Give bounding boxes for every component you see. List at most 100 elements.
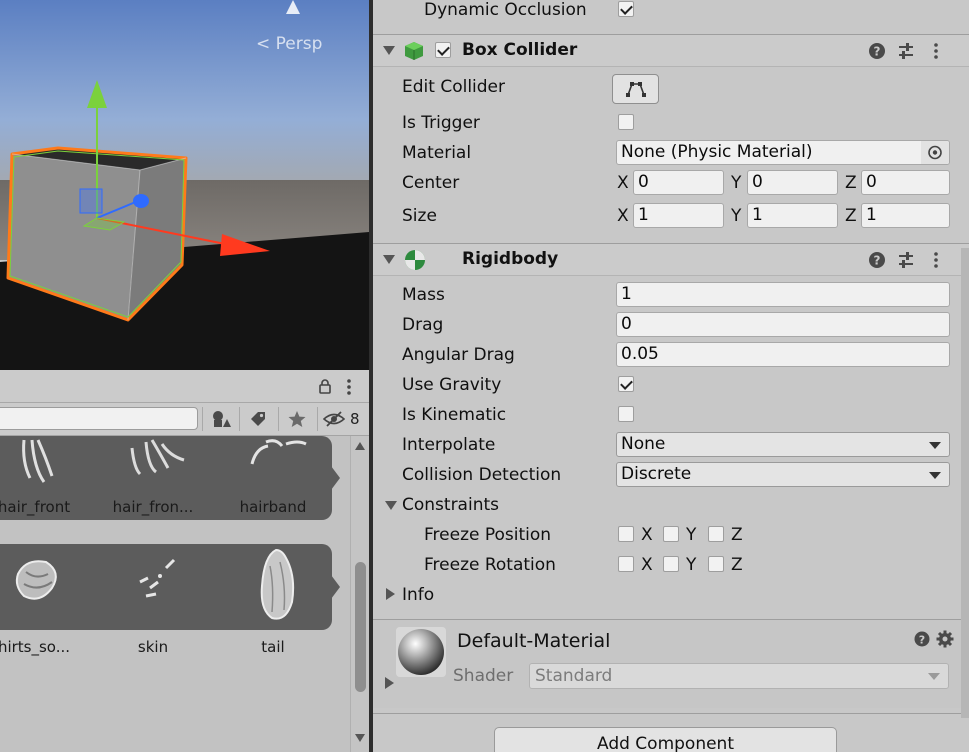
material-preview[interactable] [396,627,446,677]
center-y-field[interactable]: 0 [747,170,838,195]
is-trigger-label: Is Trigger [402,113,480,133]
is-trigger-checkbox[interactable] [618,114,634,130]
asset-thumb-hair-front[interactable] [18,438,58,486]
add-component-button[interactable]: Add Component [494,727,837,752]
angular-drag-field[interactable]: 0.05 [616,342,950,367]
fold-arrow-icon[interactable] [383,46,395,55]
center-z-field[interactable]: 0 [861,170,950,195]
size-y-axis[interactable]: Y [731,206,741,226]
gear-icon[interactable] [936,630,954,648]
svg-text:?: ? [874,254,881,268]
object-picker-icon[interactable] [921,141,949,164]
use-gravity-checkbox[interactable] [618,376,634,392]
rigidbody-header[interactable]: Rigidbody ? [373,243,969,276]
lock-icon[interactable] [319,379,331,394]
project-panel-header [0,370,369,403]
project-scrollbar[interactable] [350,436,370,752]
persp-text: Persp [275,34,323,54]
freeze-rotation-x-checkbox[interactable] [618,556,634,572]
is-kinematic-checkbox[interactable] [618,406,634,422]
physic-material-value: None (Physic Material) [621,142,813,162]
project-toolbar: 8 [0,403,369,436]
asset-thumb-hair-front-2[interactable] [128,438,188,478]
physic-material-field[interactable]: None (Physic Material) [616,140,950,165]
material-name: Default-Material [457,630,611,652]
projection-label[interactable]: < Persp [256,34,322,54]
freeze-position-x-checkbox[interactable] [618,526,634,542]
material-fold-icon[interactable] [385,677,394,689]
asset-label[interactable]: skin [93,638,213,656]
asset-label[interactable]: tail [213,638,333,656]
axis-y-label: Y [686,555,697,575]
freeze-position-z-checkbox[interactable] [708,526,724,542]
info-label[interactable]: Info [402,585,434,605]
freeze-rotation-z-checkbox[interactable] [708,556,724,572]
scroll-down-arrow[interactable] [355,734,365,742]
center-x-axis[interactable]: X [617,173,629,193]
favorites-button[interactable] [279,403,315,435]
collision-detection-value: Discrete [621,464,692,484]
star-icon [288,411,306,427]
scene-viewport[interactable] [0,0,369,370]
center-x-field[interactable]: 0 [633,170,724,195]
search-input[interactable] [0,407,198,430]
filter-by-label-button[interactable] [240,403,276,435]
size-z-field[interactable]: 1 [861,203,950,228]
size-y-field[interactable]: 1 [747,203,838,228]
shader-dropdown[interactable]: Standard [529,663,949,689]
dynamic-occlusion-checkbox[interactable] [618,1,634,17]
interpolate-dropdown[interactable]: None [616,432,950,457]
box-collider-enabled-checkbox[interactable] [435,42,451,58]
box-collider-header[interactable]: Box Collider ? [373,34,969,67]
fold-arrow-icon[interactable] [383,255,395,264]
constraints-label[interactable]: Constraints [402,495,499,515]
filter-by-type-button[interactable] [203,403,239,435]
asset-label[interactable]: hairband [213,498,333,516]
collision-detection-dropdown[interactable]: Discrete [616,462,950,487]
drag-field[interactable]: 0 [616,312,950,337]
hidden-count: 8 [350,410,360,428]
asset-label[interactable]: hirts_so... [0,638,94,656]
hidden-packages-button[interactable] [318,403,350,435]
inspector-scrollbar[interactable] [961,248,969,718]
axis-x-label: X [641,555,653,575]
center-z-axis[interactable]: Z [845,173,857,193]
info-fold-icon[interactable] [386,588,395,600]
center-y-axis[interactable]: Y [731,173,741,193]
freeze-rotation-y-checkbox[interactable] [663,556,679,572]
help-icon[interactable]: ? [868,42,886,60]
help-icon[interactable]: ? [868,251,886,269]
axis-z-label: Z [731,525,743,545]
section-divider [373,713,969,714]
help-icon[interactable]: ? [914,631,930,647]
edit-collider-button[interactable] [612,74,659,104]
asset-label[interactable]: hair_front [0,498,94,516]
shapes-icon [213,411,231,427]
size-x-axis[interactable]: X [617,206,629,226]
scene-view[interactable]: < Persp [0,0,369,370]
mass-field[interactable]: 1 [616,282,950,307]
asset-thumb-shirts[interactable] [12,554,64,606]
presets-icon[interactable] [897,42,915,60]
box-collider-icon [405,42,423,60]
eye-slash-icon [323,411,345,427]
presets-icon[interactable] [897,251,915,269]
scrollbar-thumb[interactable] [355,562,366,692]
asset-thumb-skin[interactable] [136,556,180,602]
asset-label[interactable]: hair_fron... [93,498,213,516]
asset-thumb-hairband[interactable] [246,436,308,470]
edit-bounds-icon [625,82,646,97]
mass-label: Mass [402,285,445,305]
freeze-position-y-checkbox[interactable] [663,526,679,542]
component-menu-icon[interactable] [933,251,939,269]
kebab-menu-icon[interactable] [346,379,352,395]
svg-text:?: ? [874,45,881,59]
component-menu-icon[interactable] [933,42,939,60]
size-z-axis[interactable]: Z [845,206,857,226]
asset-thumb-tail[interactable] [256,546,298,622]
scroll-up-arrow[interactable] [355,442,365,450]
svg-text:?: ? [919,634,925,647]
size-x-field[interactable]: 1 [633,203,724,228]
use-gravity-label: Use Gravity [402,375,502,395]
constraints-fold-icon[interactable] [385,501,397,510]
